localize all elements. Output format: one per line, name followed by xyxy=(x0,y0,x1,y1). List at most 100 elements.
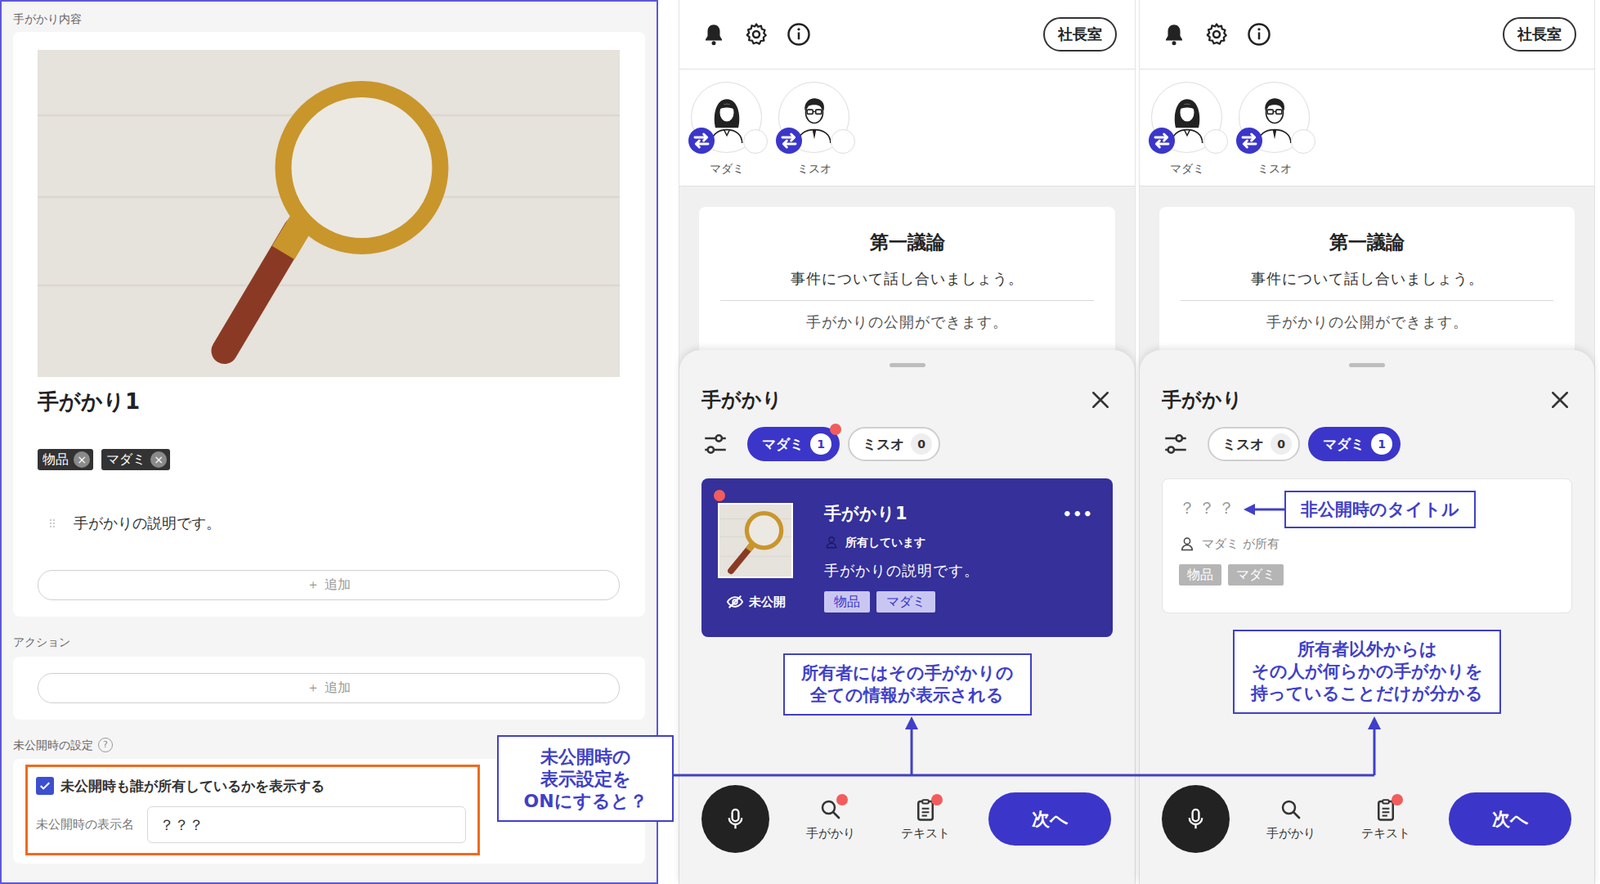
chip-count: 0 xyxy=(910,433,933,455)
swap-icon[interactable] xyxy=(1236,127,1263,154)
annotation-line: 持っていることだけが分かる xyxy=(1250,682,1484,705)
phase-area: 第一議論事件について話し合いましょう。手がかりの公開ができます。 xyxy=(1139,186,1595,350)
player-name: マダミ xyxy=(1169,161,1205,176)
phase-card: 第一議論事件について話し合いましょう。手がかりの公開ができます。 xyxy=(699,206,1116,350)
tag-list: 物品マダミ xyxy=(824,591,1094,613)
toolbar xyxy=(1161,22,1272,47)
clue-body: 手がかり1•••所有しています手がかりの説明です。物品マダミ xyxy=(824,502,1094,621)
tag-remove-button[interactable]: × xyxy=(150,451,167,468)
swap-icon[interactable] xyxy=(1148,127,1175,154)
filter-icon[interactable] xyxy=(701,430,730,458)
tab-label: テキスト xyxy=(1361,824,1411,842)
player[interactable]: マダミ xyxy=(1151,81,1223,186)
chip-count: 1 xyxy=(810,433,832,455)
show-owner-row[interactable]: 未公開時も誰が所有しているかを表示する xyxy=(35,776,467,795)
phone-screen: 社長室マダミミスオ第一議論事件について話し合いましょう。手がかりの公開ができます… xyxy=(678,0,1136,884)
phase-card: 第一議論事件について話し合いましょう。手がかりの公開ができます。 xyxy=(1159,206,1575,350)
owner-row: 所有しています xyxy=(824,533,1094,551)
phase-subtitle: 事件について話し合いましょう。 xyxy=(715,268,1099,289)
player-chip[interactable]: マダミ 1 xyxy=(747,426,840,462)
text-tab[interactable]: テキスト xyxy=(888,797,963,842)
player-chip[interactable]: マダミ1 xyxy=(1308,426,1401,462)
drag-handle-icon[interactable] xyxy=(45,513,59,534)
eye-off-icon xyxy=(726,592,744,611)
owner-row: マダミ が所有 xyxy=(1178,534,1556,553)
close-icon[interactable] xyxy=(1088,387,1113,413)
room-button[interactable]: 社長室 xyxy=(1502,17,1577,52)
section-label: 手がかり内容 xyxy=(13,11,646,27)
phase-note: 手がかりの公開ができます。 xyxy=(1175,312,1559,332)
section-label: アクション xyxy=(13,634,646,650)
settings-label: 未公開時の設定 xyxy=(13,737,94,753)
clue-sheet: 手がかりマダミ1ミスオ0未公開手がかり1•••所有しています手がかりの説明です。… xyxy=(679,349,1135,884)
more-menu-button[interactable]: ••• xyxy=(1062,505,1094,523)
next-button[interactable]: 次へ xyxy=(988,792,1112,846)
annotation-line: 所有者にはその手がかりの xyxy=(801,662,1014,685)
avatar xyxy=(1238,81,1310,153)
gear-icon[interactable] xyxy=(743,22,769,47)
field-label: 未公開時の表示名 xyxy=(35,816,148,833)
close-icon[interactable] xyxy=(1547,387,1573,413)
status-slot xyxy=(743,129,768,154)
title-note: 非公開時のタイトル xyxy=(1243,490,1476,529)
tag-remove-button[interactable]: × xyxy=(73,451,90,468)
search-icon xyxy=(1278,797,1304,822)
divider xyxy=(720,300,1094,301)
gear-icon[interactable] xyxy=(1204,22,1229,47)
bell-icon[interactable] xyxy=(1161,22,1187,47)
tag-list: 物品×マダミ× xyxy=(37,448,620,471)
clue-card[interactable]: ？？？マダミ が所有物品マダミ非公開時のタイトル xyxy=(1161,478,1573,614)
next-button[interactable]: 次へ xyxy=(1448,792,1572,846)
filter-icon[interactable] xyxy=(1161,430,1190,458)
bottom-nav: 手がかりテキスト 次へ xyxy=(701,785,1113,852)
add-button[interactable]: ＋ 追加 xyxy=(37,569,620,601)
room-button[interactable]: 社長室 xyxy=(1043,17,1117,52)
microphone-icon[interactable] xyxy=(1161,784,1230,853)
bell-icon[interactable] xyxy=(701,22,727,47)
add-action-button[interactable]: ＋ 追加 xyxy=(37,672,620,704)
player-chip[interactable]: ミスオ0 xyxy=(1207,426,1300,462)
phase-title: 第一議論 xyxy=(1175,229,1559,255)
chip-row: マダミ 1 ミスオ0 xyxy=(701,426,1113,462)
person-icon xyxy=(824,534,839,550)
swap-icon[interactable] xyxy=(775,127,803,154)
clue-title: 手がかり1 xyxy=(824,502,908,525)
chip-row: ミスオ0マダミ1 xyxy=(1161,426,1573,462)
tab-label: テキスト xyxy=(900,824,951,842)
sheet-header: 手がかり xyxy=(701,385,1113,415)
top-bar: 社長室 xyxy=(1139,0,1595,70)
toolbar xyxy=(701,22,812,47)
microphone-icon[interactable] xyxy=(701,784,770,853)
annotation: 所有者以外からはその人が何らかの手がかりを持っていることだけが分かる xyxy=(1232,629,1502,714)
phase-note: 手がかりの公開ができます。 xyxy=(715,312,1099,332)
tab-label: 手がかり xyxy=(1266,824,1316,842)
info-icon[interactable] xyxy=(1246,22,1272,47)
swap-icon[interactable] xyxy=(688,127,715,154)
display-name-input[interactable]: ？？？ xyxy=(147,806,467,843)
help-icon[interactable]: ? xyxy=(98,737,113,753)
tag-list: 物品マダミ xyxy=(1178,564,1556,586)
player[interactable]: ミスオ xyxy=(778,81,850,186)
callout-line: 表示設定を xyxy=(540,767,632,790)
status-slot xyxy=(830,129,856,154)
player[interactable]: ミスオ xyxy=(1238,81,1310,186)
clue-card[interactable]: 未公開手がかり1•••所有しています手がかりの説明です。物品マダミ xyxy=(701,478,1113,637)
tag-label: 物品 xyxy=(42,451,69,468)
chip-name: マダミ xyxy=(761,434,804,454)
callout: 未公開時の表示設定をONにすると？ xyxy=(497,735,674,822)
player[interactable]: マダミ xyxy=(690,81,762,186)
text-tab[interactable]: テキスト xyxy=(1349,797,1423,842)
status-slot xyxy=(1203,129,1229,154)
player-chip[interactable]: ミスオ0 xyxy=(847,426,941,462)
clues-tab[interactable]: 手がかり xyxy=(1254,797,1328,842)
divider xyxy=(1180,300,1554,301)
sheet-handle[interactable] xyxy=(1349,363,1385,368)
sheet-handle[interactable] xyxy=(889,363,926,368)
checkbox[interactable] xyxy=(35,776,54,795)
description-row: 手がかりの説明です。 xyxy=(37,512,620,534)
unread-dot xyxy=(836,793,848,806)
connector-lines xyxy=(0,0,1600,884)
clues-tab[interactable]: 手がかり xyxy=(793,797,868,842)
info-icon[interactable] xyxy=(786,22,812,47)
chip-name: ミスオ xyxy=(1222,434,1264,454)
